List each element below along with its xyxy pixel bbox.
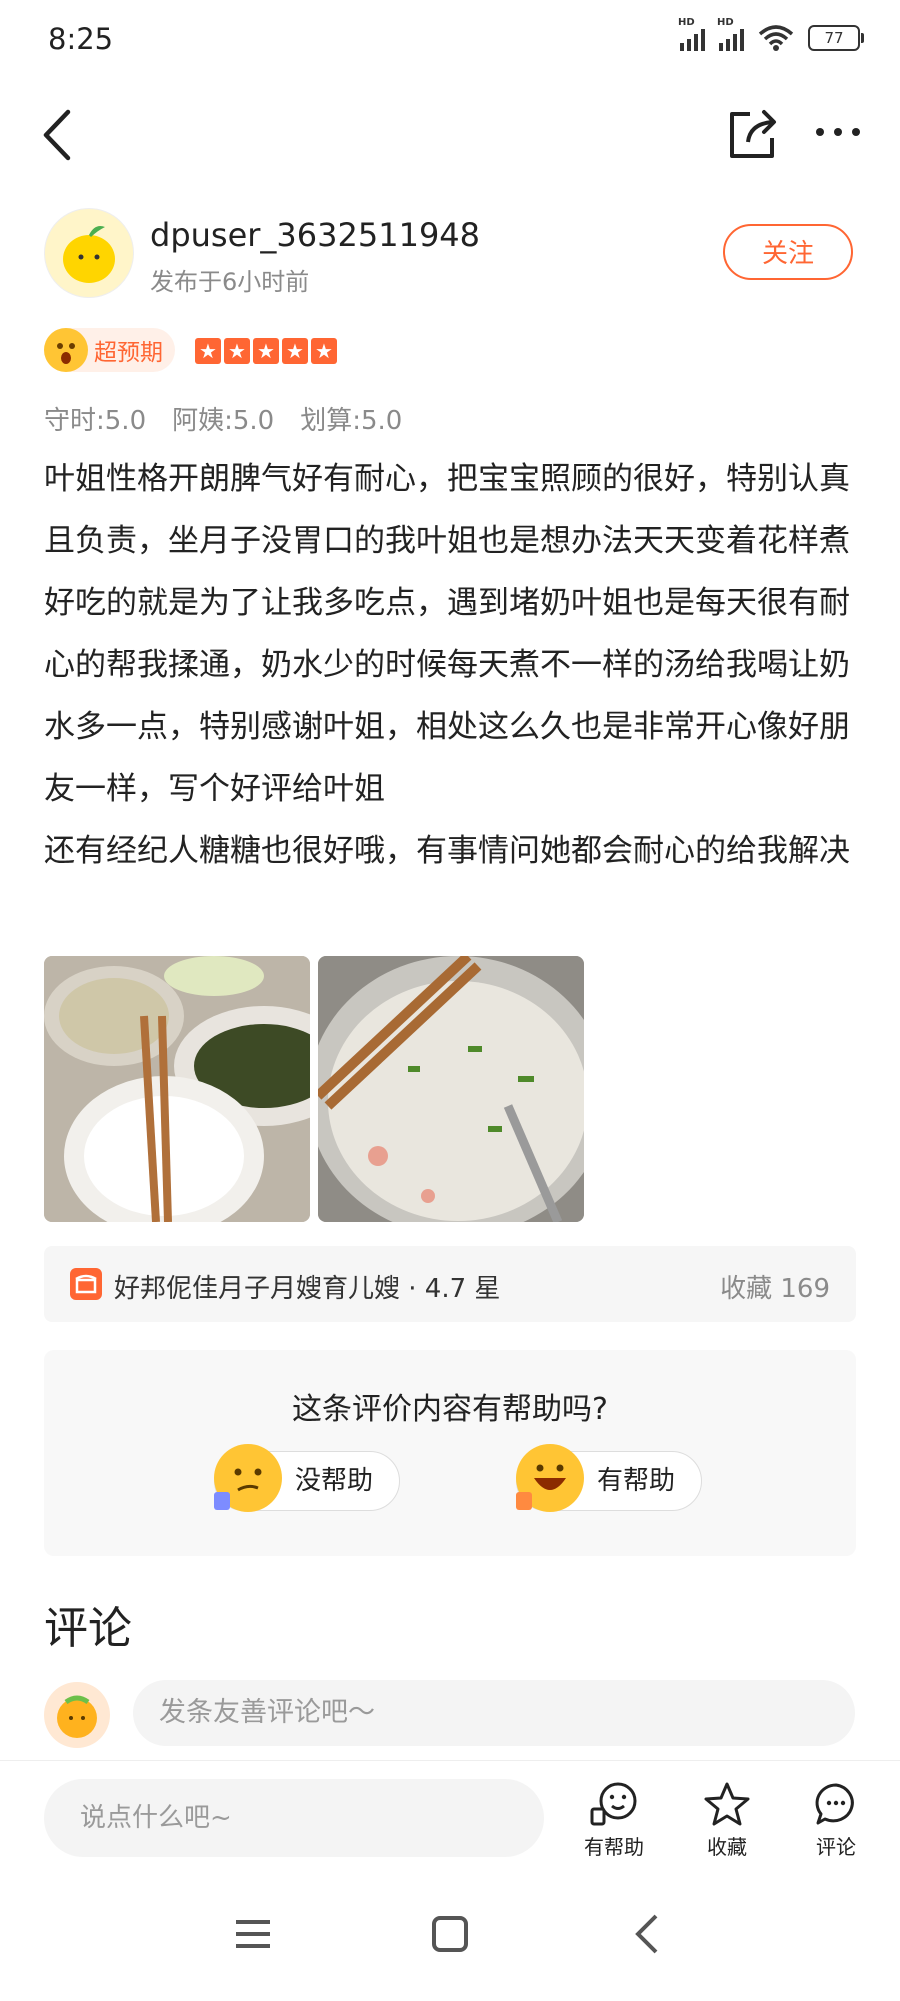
thumbs-up-face-icon <box>590 1782 637 1826</box>
confused-face-icon <box>214 1444 282 1512</box>
home-icon[interactable] <box>432 1916 468 1952</box>
bottom-action-bar: 说点什么吧~ 有帮助 收藏 评论 <box>0 1760 900 1881</box>
bar-favorite-label: 收藏 <box>707 1835 747 1859</box>
rating-badge-label: 超预期 <box>94 340 163 366</box>
score-nanny: 阿姨:5.0 <box>172 406 275 436</box>
menu-icon[interactable] <box>236 1920 270 1948</box>
review-photo-meal[interactable] <box>44 956 310 1222</box>
signal-icon-2: HD <box>717 17 744 51</box>
follow-button[interactable]: 关注 <box>723 224 853 280</box>
bar-comment-label: 评论 <box>816 1835 856 1859</box>
star-icon: ★ <box>224 338 250 364</box>
shop-card[interactable]: 好邦伲佳月子月嫂育儿嫂 · 4.7 星 收藏 169 <box>44 1246 856 1322</box>
comment-input[interactable]: 发条友善评论吧～ <box>133 1680 855 1746</box>
sub-scores: 守时:5.0 阿姨:5.0 划算:5.0 <box>44 400 402 437</box>
comment-bubble-icon <box>815 1783 854 1825</box>
happy-face-icon <box>516 1444 584 1512</box>
status-time: 8:25 <box>48 22 114 56</box>
star-icon: ★ <box>253 338 279 364</box>
star-outline-icon <box>704 1782 750 1826</box>
bar-favorite-button[interactable]: 收藏 <box>677 1781 777 1860</box>
back-button[interactable] <box>30 100 90 170</box>
bar-comment-button[interactable]: 评论 <box>786 1781 886 1860</box>
star-icon: ★ <box>282 338 308 364</box>
battery-icon: 77 <box>808 25 864 51</box>
helpful-question: 这条评价内容有帮助吗? <box>292 1392 608 1427</box>
rating-badge: 超预期 <box>44 328 175 372</box>
not-helpful-button[interactable]: 没帮助 <box>214 1444 401 1512</box>
hd-label: HD <box>678 17 695 28</box>
comments-title: 评论 <box>44 1603 132 1654</box>
author-avatar[interactable] <box>44 208 134 298</box>
helpful-panel: 这条评价内容有帮助吗? 没帮助 有帮助 <box>44 1350 856 1556</box>
review-photo-soup[interactable] <box>318 956 584 1222</box>
my-avatar <box>44 1682 110 1748</box>
rating-stars: ★ ★ ★ ★ ★ <box>195 338 337 364</box>
star-icon: ★ <box>311 338 337 364</box>
wifi-icon <box>758 25 794 51</box>
post-time: 发布于6小时前 <box>150 268 310 296</box>
score-punctuality: 守时:5.0 <box>44 406 147 436</box>
surprised-face-icon <box>44 328 88 372</box>
shop-name: 好邦伲佳月子月嫂育儿嫂 · 4.7 星 <box>114 1274 501 1304</box>
more-icon[interactable] <box>812 112 864 152</box>
hd-label-2: HD <box>717 17 734 28</box>
say-something-input[interactable]: 说点什么吧~ <box>44 1779 544 1857</box>
score-value: 划算:5.0 <box>300 406 403 436</box>
share-icon[interactable] <box>726 106 782 162</box>
helpful-button[interactable]: 有帮助 <box>516 1444 703 1512</box>
bar-helpful-label: 有帮助 <box>584 1835 644 1859</box>
review-text: 叶姐性格开朗脾气好有耐心，把宝宝照顾的很好，特别认真且负责，坐月子没胃口的我叶姐… <box>44 461 850 869</box>
signal-icon: HD <box>678 17 705 51</box>
bar-helpful-button[interactable]: 有帮助 <box>564 1781 664 1860</box>
system-back-icon[interactable] <box>635 1914 658 1954</box>
shop-icon <box>70 1268 102 1300</box>
shop-favorites: 收藏 169 <box>720 1274 830 1304</box>
system-nav-bar <box>236 1914 658 1954</box>
status-icons: HD HD 77 <box>678 17 864 52</box>
lemon-avatar-icon <box>63 226 115 283</box>
star-icon: ★ <box>195 338 221 364</box>
author-username[interactable]: dpuser_3632511948 <box>150 216 480 254</box>
